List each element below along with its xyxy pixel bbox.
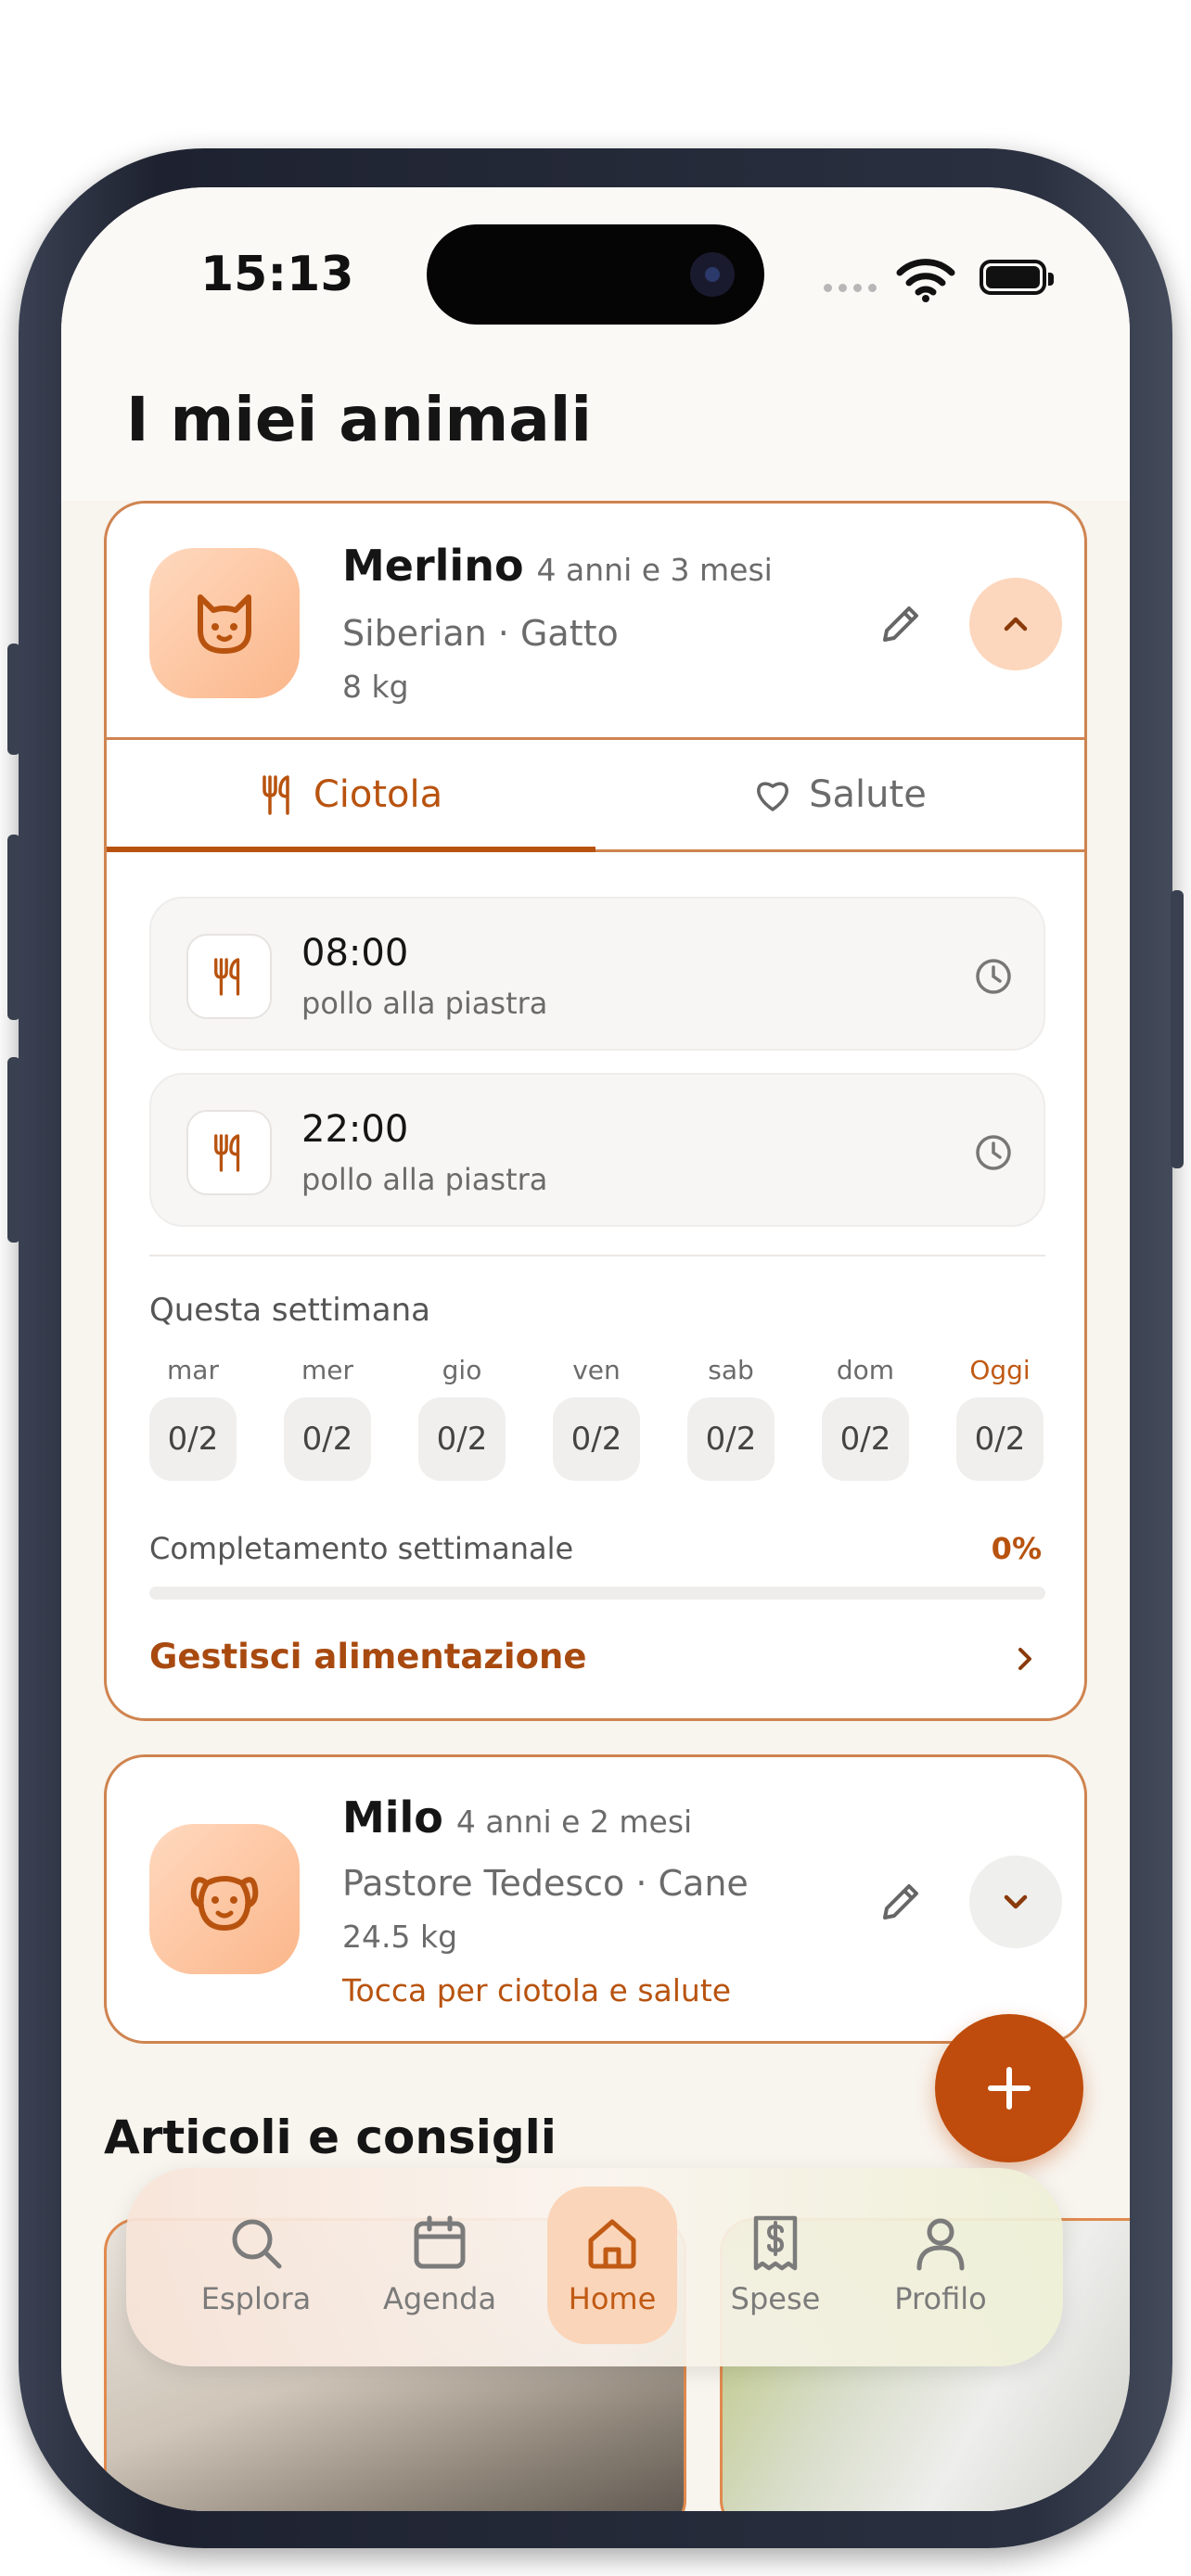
pet-name: Milo 4 anni e 2 mesi (342, 1792, 692, 1843)
pet-breed: Siberian · Gatto (342, 613, 619, 654)
day-count-today[interactable]: 0/2 (956, 1397, 1044, 1481)
divider (149, 1255, 1045, 1256)
day-count[interactable]: 0/2 (822, 1397, 909, 1481)
pet-age: 4 anni e 2 mesi (455, 1804, 693, 1840)
meal-icon (186, 934, 272, 1019)
collapse-button[interactable] (969, 578, 1062, 670)
day-count[interactable]: 0/2 (418, 1397, 506, 1481)
meal-food: pollo alla piastra (301, 986, 548, 1021)
pet-name-text: Merlino (342, 541, 524, 591)
add-pet-button[interactable] (935, 2014, 1083, 2162)
tab-label: Salute (809, 773, 927, 816)
nav-label: Esplora (200, 2281, 312, 2316)
week-title: Questa settimana (149, 1292, 430, 1329)
meal-icon (186, 1110, 272, 1195)
bottom-tab-bar: Esplora Agenda Home Spese Profilo (126, 2168, 1063, 2366)
chevron-right-icon[interactable] (1008, 1642, 1042, 1676)
pet-avatar (149, 1824, 300, 1974)
wifi-icon (896, 259, 955, 302)
page-title: I miei animali (126, 384, 592, 455)
heart-icon (757, 782, 789, 811)
power-button (1171, 890, 1184, 1168)
dynamic-island (427, 224, 764, 325)
fork-knife-icon (214, 1134, 240, 1172)
pet-tabs: Ciotola Salute (107, 737, 1084, 852)
nav-label: Agenda (382, 2281, 497, 2316)
volume-up-button (7, 835, 20, 1020)
articles-title: Articoli e consigli (104, 2111, 557, 2164)
meal-time: 22:00 (301, 1108, 409, 1151)
chevron-down-icon (1004, 1894, 1028, 1909)
pet-card-merlino[interactable]: Merlino 4 anni e 3 mesi Siberian · Gatto … (104, 501, 1087, 1721)
pet-card-milo[interactable]: Milo 4 anni e 2 mesi Pastore Tedesco · Ca… (104, 1754, 1087, 2044)
pet-weight: 8 kg (342, 669, 409, 705)
pet-breed: Pastore Tedesco · Cane (342, 1863, 749, 1904)
cat-icon (198, 594, 251, 654)
nav-esplora[interactable]: Esplora (191, 2187, 321, 2344)
day-label: mer (301, 1355, 353, 1385)
search-icon (232, 2219, 282, 2269)
clock-icon (976, 959, 1011, 994)
day-label: ven (572, 1355, 621, 1385)
completion-value: 0% (991, 1531, 1042, 1566)
user-icon (916, 2218, 965, 2271)
day-count[interactable]: 0/2 (553, 1397, 640, 1481)
pet-weight: 24.5 kg (342, 1919, 458, 1955)
camera-icon (690, 252, 735, 297)
day-label: mar (167, 1355, 219, 1385)
day-label: gio (442, 1355, 482, 1385)
pet-avatar (149, 548, 300, 698)
pet-age: 4 anni e 3 mesi (536, 552, 773, 588)
nav-spese[interactable]: Spese (711, 2187, 840, 2344)
meal-time: 08:00 (301, 932, 409, 975)
completion-progress-bar (149, 1587, 1045, 1600)
nav-home[interactable]: Home (547, 2187, 677, 2344)
nav-agenda[interactable]: Agenda (375, 2187, 505, 2344)
tab-label: Ciotola (313, 773, 443, 816)
nav-label: Home (568, 2281, 657, 2316)
nav-label: Spese (730, 2281, 821, 2316)
action-button (7, 644, 20, 755)
fork-knife-icon (263, 775, 289, 815)
expand-button[interactable] (969, 1855, 1062, 1948)
pencil-icon (883, 1884, 918, 1919)
dog-icon (190, 1876, 259, 1931)
day-count[interactable]: 0/2 (149, 1397, 237, 1481)
day-count[interactable]: 0/2 (284, 1397, 371, 1481)
expand-hint[interactable]: Tocca per ciotola e salute (342, 1972, 731, 2009)
meal-item[interactable]: 22:00 pollo alla piastra (149, 1073, 1045, 1227)
edit-button[interactable] (873, 596, 928, 652)
edit-button[interactable] (873, 1874, 928, 1930)
meal-item[interactable]: 08:00 pollo alla piastra (149, 897, 1045, 1051)
day-count[interactable]: 0/2 (687, 1397, 775, 1481)
cellular-signal-icon (824, 284, 877, 292)
status-time: 15:13 (200, 247, 354, 302)
calendar-icon (414, 2215, 466, 2269)
meal-food: pollo alla piastra (301, 1162, 548, 1197)
nav-label: Profilo (894, 2281, 987, 2316)
app-screen: 15:13 I miei animali Merlino 4 anni e 3 m… (61, 187, 1130, 2511)
chevron-up-icon (1004, 617, 1028, 631)
nav-profilo[interactable]: Profilo (876, 2187, 1005, 2344)
battery-icon (980, 260, 1054, 295)
clock-icon (976, 1135, 1011, 1170)
manage-feeding-link[interactable]: Gestisci alimentazione (149, 1637, 586, 1677)
day-label-today: Oggi (969, 1355, 1031, 1385)
receipt-icon (753, 2215, 798, 2271)
pencil-icon (883, 606, 918, 642)
day-label: dom (836, 1355, 895, 1385)
home-icon (588, 2219, 636, 2269)
volume-down-button (7, 1057, 20, 1243)
pet-name: Merlino 4 anni e 3 mesi (342, 541, 773, 591)
tab-ciotola[interactable]: Ciotola (107, 740, 596, 852)
plus-icon (988, 2067, 1031, 2110)
tab-salute[interactable]: Salute (596, 740, 1084, 849)
fork-knife-icon (214, 958, 240, 996)
pet-name-text: Milo (342, 1792, 443, 1843)
day-label: sab (708, 1355, 754, 1385)
completion-label: Completamento settimanale (149, 1531, 574, 1566)
